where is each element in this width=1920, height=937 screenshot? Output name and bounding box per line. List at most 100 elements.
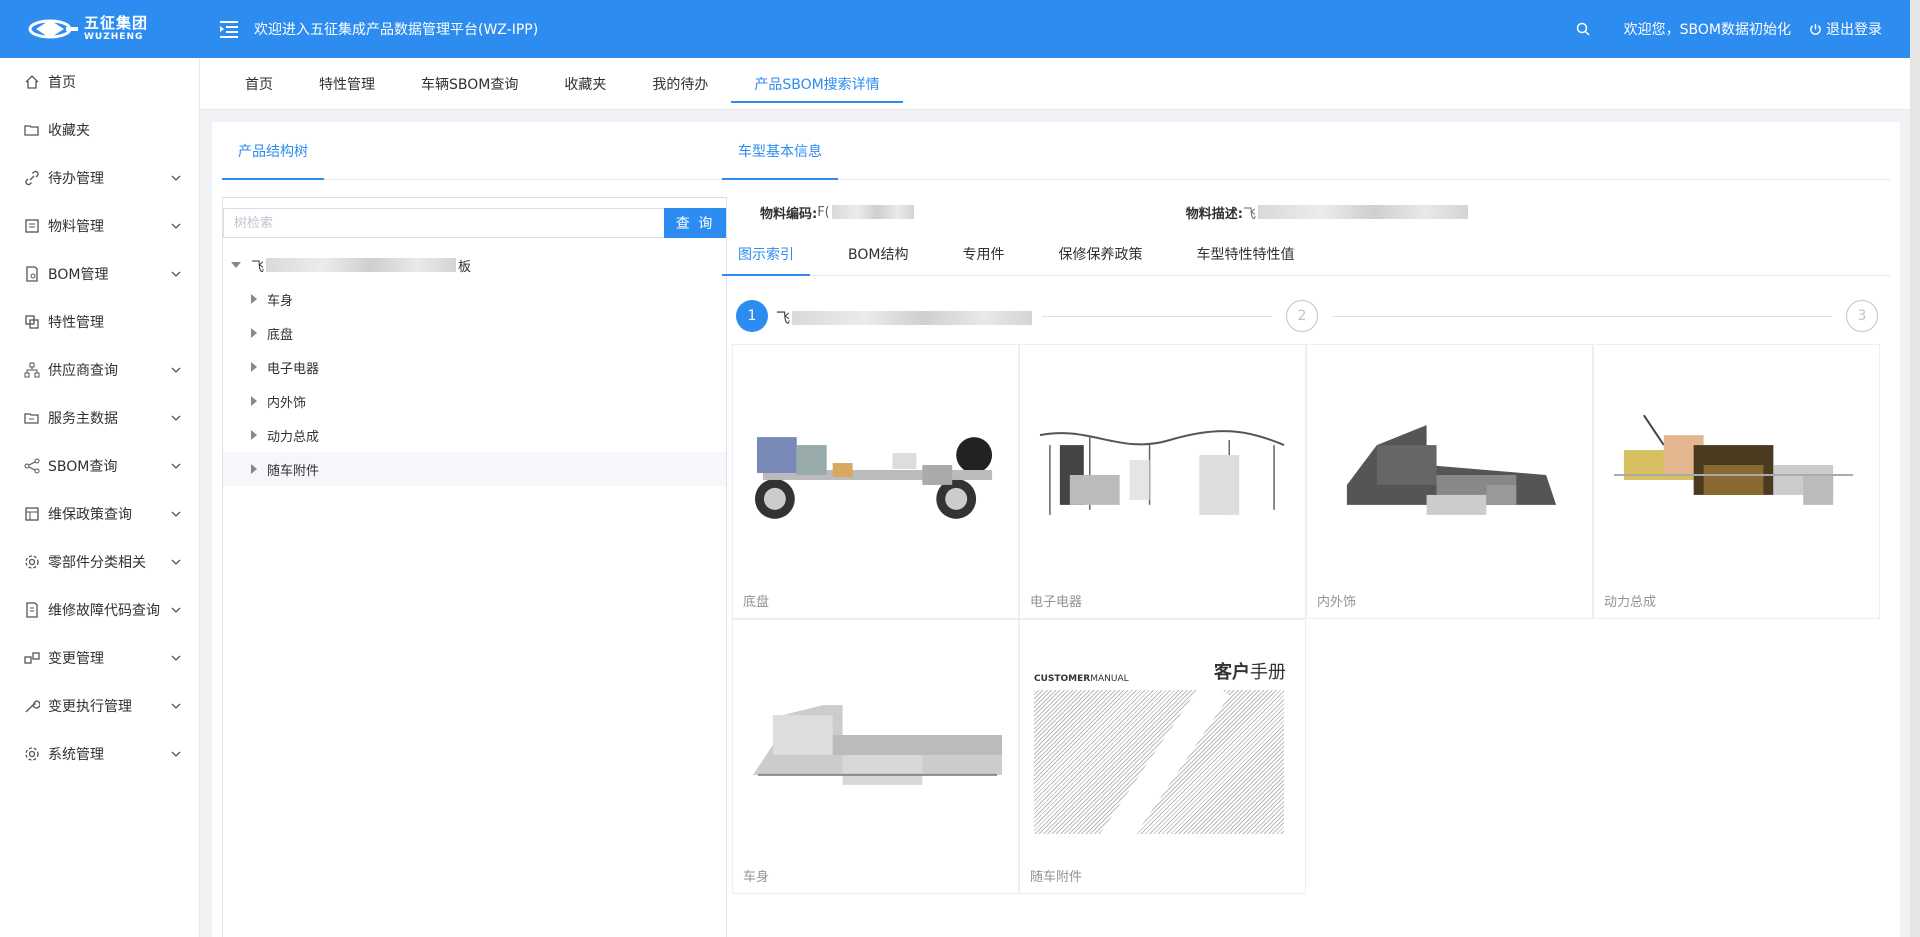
step-1[interactable]: 1 <box>736 300 768 332</box>
subtab-special-parts[interactable]: 专用件 <box>946 232 1020 275</box>
tree-search-input[interactable] <box>223 208 664 238</box>
sidebar-item-label: 物料管理 <box>48 219 104 235</box>
powertrain-image <box>1604 365 1869 575</box>
caret-right-icon <box>251 464 257 474</box>
chevron-down-icon <box>171 655 181 661</box>
component-card-body[interactable]: 车身 <box>732 619 1019 894</box>
sidebar-item-favorites[interactable]: 收藏夹 <box>0 106 199 154</box>
step-3[interactable]: 3 <box>1846 300 1878 332</box>
search-icon[interactable] <box>1576 22 1590 36</box>
sidebar-item-label: 首页 <box>48 75 76 91</box>
report-icon <box>26 602 38 618</box>
subtab-bom-structure[interactable]: BOM结构 <box>832 232 924 275</box>
home-icon <box>25 75 39 89</box>
sidebar-item-home[interactable]: 首页 <box>0 58 199 106</box>
gear-icon <box>25 555 39 569</box>
tree-search: 查 询 <box>223 208 726 238</box>
component-card-accessories[interactable]: CUSTOMERMANUAL 客户手册 随车附件 <box>1019 619 1306 894</box>
sidebar-item-label: 变更执行管理 <box>48 699 132 715</box>
trim-image <box>1317 365 1582 575</box>
tree-node-label: 车身 <box>267 293 294 309</box>
caret-right-icon <box>251 430 257 440</box>
caret-down-icon <box>231 262 241 268</box>
step-indicator: 1 飞 2 3 <box>722 300 1890 334</box>
redacted-text <box>792 311 1032 325</box>
menu-toggle-icon[interactable] <box>218 18 240 40</box>
sidebar-item-change-exec[interactable]: 变更执行管理 <box>0 682 199 730</box>
tree-node-label: 随车附件 <box>267 463 320 479</box>
tree-node-label: 动力总成 <box>267 429 320 445</box>
component-card-trim[interactable]: 内外饰 <box>1306 344 1593 619</box>
logout-button[interactable]: 退出登录 <box>1809 19 1882 39</box>
sidebar-item-part-category[interactable]: 零部件分类相关 <box>0 538 199 586</box>
sidebar-item-label: 变更管理 <box>48 651 104 667</box>
sidebar-item-warranty-policy[interactable]: 维保政策查询 <box>0 490 199 538</box>
page-scrollbar[interactable] <box>1910 0 1920 937</box>
chevron-down-icon <box>171 559 181 565</box>
detail-subtabs: 图示索引 BOM结构 专用件 保修保养政策 车型特性特性值 <box>722 232 1890 276</box>
tab-favorites[interactable]: 收藏夹 <box>541 58 629 109</box>
brand-logo[interactable]: 五征集团 WUZHENG <box>0 0 200 58</box>
tab-my-todo[interactable]: 我的待办 <box>629 58 731 109</box>
sidebar: 首页 收藏夹 待办管理 物料管理 BOM管理 特性管理 供应商查询 服务主数据 … <box>0 58 200 937</box>
step-2[interactable]: 2 <box>1286 300 1318 332</box>
sidebar-item-material[interactable]: 物料管理 <box>0 202 199 250</box>
subtab-feature-values[interactable]: 车型特性特性值 <box>1180 232 1310 275</box>
sidebar-item-feature[interactable]: 特性管理 <box>0 298 199 346</box>
tree-node-chassis[interactable]: 底盘 <box>223 316 726 350</box>
caret-right-icon <box>251 362 257 372</box>
sidebar-item-sbom-query[interactable]: SBOM查询 <box>0 442 199 490</box>
table-icon <box>25 507 39 521</box>
folder-data-icon <box>24 413 39 424</box>
tab-feature[interactable]: 特性管理 <box>296 58 398 109</box>
tree-node-body[interactable]: 车身 <box>223 282 726 316</box>
manual-cover-art <box>1034 690 1284 834</box>
manual-en-bold: CUSTOMER <box>1034 674 1091 684</box>
tree-section-header: 产品结构树 <box>222 122 722 180</box>
tab-vehicle-basic-info[interactable]: 车型基本信息 <box>722 122 838 180</box>
chevron-down-icon <box>171 511 181 517</box>
tree-node-trim[interactable]: 内外饰 <box>223 384 726 418</box>
tree-node-root[interactable]: 飞 板 <box>223 248 726 282</box>
sidebar-item-bom[interactable]: BOM管理 <box>0 250 199 298</box>
sidebar-item-fault-code[interactable]: 维修故障代码查询 <box>0 586 199 634</box>
card-caption: 车身 <box>743 870 770 885</box>
component-card-electrical[interactable]: 电子电器 <box>1019 344 1306 619</box>
material-description: 物料描述: 飞 <box>1186 203 1470 222</box>
sidebar-item-supplier[interactable]: 供应商查询 <box>0 346 199 394</box>
tab-home[interactable]: 首页 <box>222 58 296 109</box>
chevron-down-icon <box>171 175 181 181</box>
tree-search-button[interactable]: 查 询 <box>664 208 726 238</box>
platform-title: 欢迎进入五征集成产品数据管理平台(WZ-IPP) <box>254 22 539 38</box>
tree-node-accessories[interactable]: 随车附件 <box>223 452 726 486</box>
tab-vehicle-sbom[interactable]: 车辆SBOM查询 <box>398 58 541 109</box>
step-connector <box>1042 316 1272 317</box>
tree-node-electrical[interactable]: 电子电器 <box>223 350 726 384</box>
user-welcome[interactable]: 欢迎您，SBOM数据初始化 <box>1624 19 1791 39</box>
sidebar-item-change-mgmt[interactable]: 变更管理 <box>0 634 199 682</box>
card-caption: 动力总成 <box>1604 595 1657 610</box>
sidebar-item-todo[interactable]: 待办管理 <box>0 154 199 202</box>
sidebar-item-label: SBOM查询 <box>48 459 118 475</box>
copy-icon <box>25 315 39 329</box>
page-tabs: 首页 特性管理 车辆SBOM查询 收藏夹 我的待办 产品SBOM搜索详情 <box>200 58 1910 110</box>
sidebar-item-service-master[interactable]: 服务主数据 <box>0 394 199 442</box>
chevron-down-icon <box>171 271 181 277</box>
org-icon <box>24 362 40 378</box>
component-card-chassis[interactable]: 底盘 <box>732 344 1019 619</box>
tab-product-tree[interactable]: 产品结构树 <box>222 122 324 180</box>
component-card-powertrain[interactable]: 动力总成 <box>1593 344 1880 619</box>
card-caption: 随车附件 <box>1030 870 1083 885</box>
subtab-diagram-index[interactable]: 图示索引 <box>722 232 810 276</box>
tree-node-powertrain[interactable]: 动力总成 <box>223 418 726 452</box>
sidebar-item-system[interactable]: 系统管理 <box>0 730 199 778</box>
redacted-text <box>1257 205 1468 219</box>
tab-product-sbom-detail[interactable]: 产品SBOM搜索详情 <box>731 58 904 109</box>
sidebar-item-label: 系统管理 <box>48 747 104 763</box>
chevron-down-icon <box>171 703 181 709</box>
main-panel: 产品结构树 查 询 飞 板 车身 底盘 电子电器 <box>212 122 1900 937</box>
subtab-warranty-policy[interactable]: 保修保养政策 <box>1042 232 1158 275</box>
step-1-prefix: 飞 <box>776 311 790 327</box>
customer-manual-image: CUSTOMERMANUAL 客户手册 <box>1034 658 1286 834</box>
caret-right-icon <box>251 396 257 406</box>
